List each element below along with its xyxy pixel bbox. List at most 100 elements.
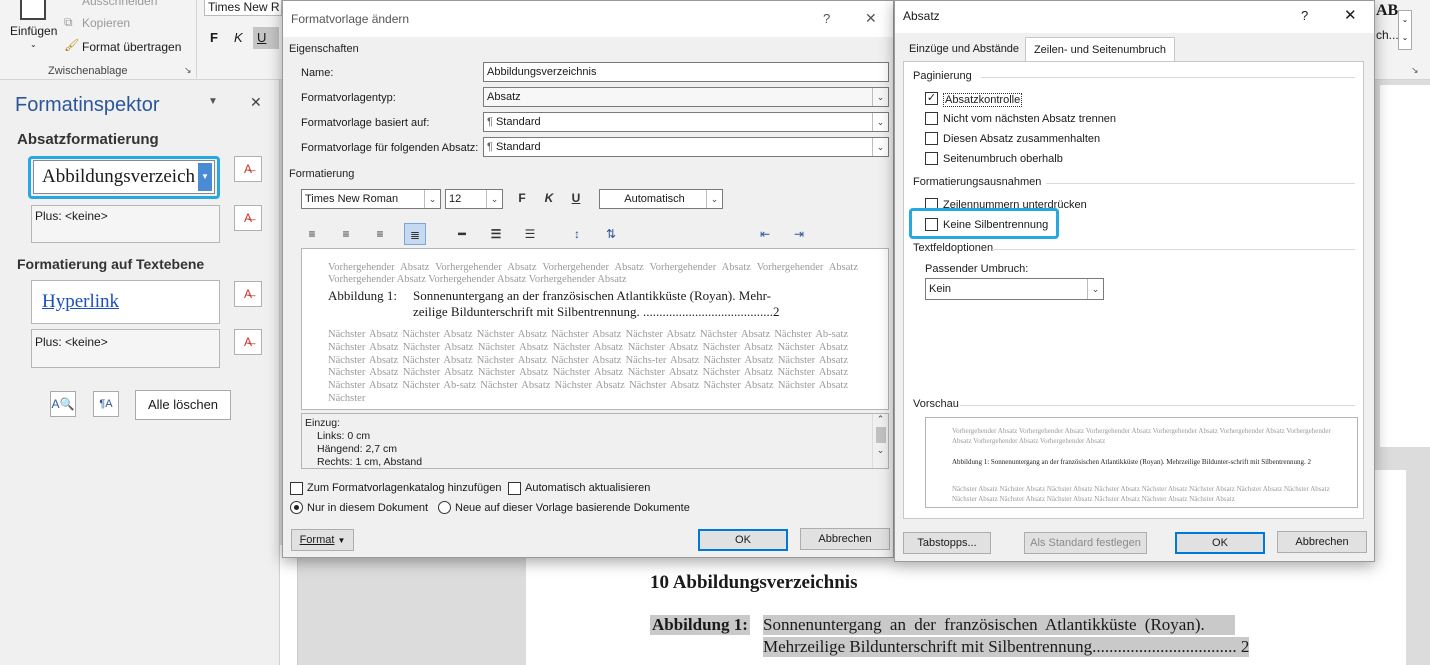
set-default-button[interactable]: Als Standard festlegen bbox=[1024, 532, 1147, 554]
auto-update-label: Automatisch aktualisieren bbox=[525, 482, 651, 494]
toc-entry-label[interactable]: Abbildung 1: bbox=[650, 615, 750, 635]
auto-update-checkbox[interactable] bbox=[508, 482, 521, 495]
decrease-indent-icon[interactable]: ⇤ bbox=[754, 223, 776, 245]
align-left-icon[interactable]: ≡ bbox=[301, 223, 323, 245]
tight-wrap-select[interactable]: Kein ⌄ bbox=[925, 278, 1104, 300]
cancel-button[interactable]: Abbrechen bbox=[1277, 531, 1367, 553]
vertical-ruler bbox=[280, 545, 298, 665]
dialog-launcher-icon[interactable]: ↘ bbox=[184, 65, 192, 76]
mini-preview-caption: Abbildung 1: Sonnenuntergang an der fran… bbox=[952, 458, 1311, 466]
format-painter-icon[interactable]: 🖌 bbox=[64, 38, 79, 52]
increase-spacing-icon[interactable]: ↕ bbox=[566, 223, 588, 245]
desc-line-4: Rechts: 1 cm, Abstand bbox=[317, 456, 423, 468]
font-name-box[interactable]: Times New R bbox=[204, 0, 282, 16]
right-dropdown[interactable]: ch... bbox=[1376, 28, 1399, 42]
cancel-button[interactable]: Abbrechen bbox=[800, 528, 890, 550]
keep-with-next-checkbox[interactable] bbox=[925, 112, 938, 125]
text-style-box[interactable]: Hyperlink bbox=[31, 280, 220, 324]
keep-lines-together-label: Diesen Absatz zusammenhalten bbox=[943, 133, 1101, 145]
only-this-doc-radio[interactable] bbox=[290, 501, 303, 514]
italic-button[interactable]: K bbox=[538, 187, 560, 209]
pilcrow-icon: ¶ bbox=[487, 116, 496, 128]
color-select[interactable]: Automatisch ⌄ bbox=[599, 189, 723, 209]
based-on-select[interactable]: ¶ Standard ⌄ bbox=[483, 112, 889, 132]
toc-entry-line2[interactable]: Mehrzeilige Bildunterschrift mit Silbent… bbox=[763, 637, 1250, 657]
paragraph-body: Einzüge und Abstände Zeilen- und Seitenu… bbox=[895, 33, 1374, 561]
close-icon[interactable]: ✕ bbox=[1344, 6, 1357, 24]
pagination-divider bbox=[981, 77, 1355, 78]
help-icon[interactable]: ? bbox=[823, 11, 830, 26]
keep-lines-together-checkbox[interactable] bbox=[925, 132, 938, 145]
font-select[interactable]: Times New Roman ⌄ bbox=[301, 189, 441, 209]
bold-button[interactable]: F bbox=[210, 30, 218, 45]
ok-button[interactable]: OK bbox=[1175, 532, 1265, 554]
tab-panel: Paginierung ✓ Absatzkontrolle Nicht vom … bbox=[903, 61, 1364, 519]
next-style-select[interactable]: ¶ Standard ⌄ bbox=[483, 137, 889, 157]
right-style-preview[interactable]: AB bbox=[1376, 2, 1398, 20]
clear-text-style-button[interactable]: A̶ bbox=[234, 281, 262, 307]
format-painter-button[interactable]: Format übertragen bbox=[82, 40, 181, 54]
text-plus-box: Plus: <keine> bbox=[31, 329, 220, 368]
clear-paragraph-plus-button[interactable]: A̶ bbox=[234, 205, 262, 231]
size-select[interactable]: 12 ⌄ bbox=[445, 189, 503, 209]
toc-entry-line1[interactable]: Sonnenuntergang an der französischen Atl… bbox=[763, 615, 1235, 635]
increase-indent-icon[interactable]: ⇥ bbox=[788, 223, 810, 245]
paragraph-heading: Absatzformatierung bbox=[17, 131, 159, 148]
inspector-options-icon[interactable]: ▼ bbox=[208, 96, 218, 107]
underline-button[interactable]: U bbox=[565, 187, 587, 209]
ribbon-separator bbox=[196, 0, 197, 78]
inspector-close-icon[interactable]: ✕ bbox=[250, 94, 262, 111]
align-right-icon[interactable]: ≡ bbox=[369, 223, 391, 245]
help-icon[interactable]: ? bbox=[1301, 8, 1308, 23]
name-field[interactable]: Abbildungsverzeichnis bbox=[483, 62, 889, 82]
only-this-doc-label: Nur in diesem Dokument bbox=[307, 502, 429, 514]
styles-launcher-icon[interactable]: ↘ bbox=[1411, 65, 1419, 76]
double-spacing-icon[interactable]: ☰ bbox=[519, 223, 541, 245]
text-style-value: Hyperlink bbox=[42, 291, 120, 312]
add-to-gallery-checkbox[interactable] bbox=[290, 482, 303, 495]
italic-button[interactable]: K bbox=[234, 30, 243, 45]
pagination-label: Paginierung bbox=[913, 70, 972, 82]
desc-scrollbar[interactable]: ⌃ ⌄ bbox=[872, 414, 888, 468]
type-select[interactable]: Absatz ⌄ bbox=[483, 87, 889, 107]
paste-icon[interactable] bbox=[20, 0, 46, 20]
keep-with-next-label: Nicht vom nächsten Absatz trennen bbox=[943, 113, 1117, 125]
reveal-formatting-icon[interactable]: A🔍 bbox=[50, 391, 76, 417]
paragraph-plus-text: Plus: <keine> bbox=[35, 209, 108, 223]
paste-button[interactable]: Einfügen bbox=[10, 24, 57, 38]
new-docs-radio[interactable] bbox=[438, 501, 451, 514]
close-icon[interactable]: ✕ bbox=[865, 10, 877, 27]
document-page-right bbox=[1380, 85, 1430, 447]
preview-previous-paragraph: Vorhergehender Absatz Vorhergehender Abs… bbox=[328, 262, 858, 285]
page-break-before-checkbox[interactable] bbox=[925, 152, 938, 165]
tab-indents-spacing[interactable]: Einzüge und Abstände bbox=[905, 39, 1023, 61]
decrease-spacing-icon[interactable]: ⇅ bbox=[600, 223, 622, 245]
ok-button[interactable]: OK bbox=[698, 529, 788, 551]
highlight-no-hyphenation bbox=[909, 208, 1059, 239]
exceptions-label: Formatierungsausnahmen bbox=[913, 176, 1042, 188]
clear-all-button[interactable]: Alle löschen bbox=[135, 390, 231, 420]
single-spacing-icon[interactable]: ━ bbox=[451, 223, 473, 245]
format-menu-button[interactable]: Format ▼ bbox=[291, 529, 354, 551]
copy-button[interactable]: Kopieren bbox=[82, 16, 130, 30]
paste-dropdown-icon[interactable]: ⌄ bbox=[30, 40, 37, 49]
bold-button[interactable]: F bbox=[511, 187, 533, 209]
next-style-value: Standard bbox=[495, 141, 541, 153]
chevron-down-icon: ⌄ bbox=[872, 113, 888, 131]
mini-preview-previous: Vorhergehender Absatz Vorhergehender Abs… bbox=[952, 427, 1331, 445]
tab-line-page-breaks[interactable]: Zeilen- und Seitenumbruch bbox=[1025, 37, 1175, 62]
add-to-gallery-label: Zum Formatvorlagenkatalog hinzufügen bbox=[307, 482, 502, 494]
distinguish-style-icon[interactable]: ¶A bbox=[93, 391, 119, 417]
underline-button[interactable]: U bbox=[253, 27, 279, 49]
cut-button[interactable]: Ausschneiden bbox=[82, 0, 157, 8]
copy-icon[interactable]: ⧉ bbox=[64, 15, 73, 30]
clear-text-plus-button[interactable]: A̶ bbox=[234, 329, 262, 355]
tabs-button[interactable]: Tabstopps... bbox=[903, 532, 991, 554]
one-half-spacing-icon[interactable]: ☰ bbox=[485, 223, 507, 245]
align-justify-icon[interactable]: ≣ bbox=[404, 223, 426, 245]
align-center-icon[interactable]: ≡ bbox=[335, 223, 357, 245]
preview-caption-line1: Sonnenuntergang an der französischen Atl… bbox=[413, 288, 771, 303]
clear-paragraph-style-button[interactable]: A̶ bbox=[234, 156, 262, 182]
widow-control-checkbox[interactable]: ✓ bbox=[925, 92, 938, 105]
right-scroll-icon[interactable]: ⌄ ⌄ bbox=[1398, 10, 1412, 50]
